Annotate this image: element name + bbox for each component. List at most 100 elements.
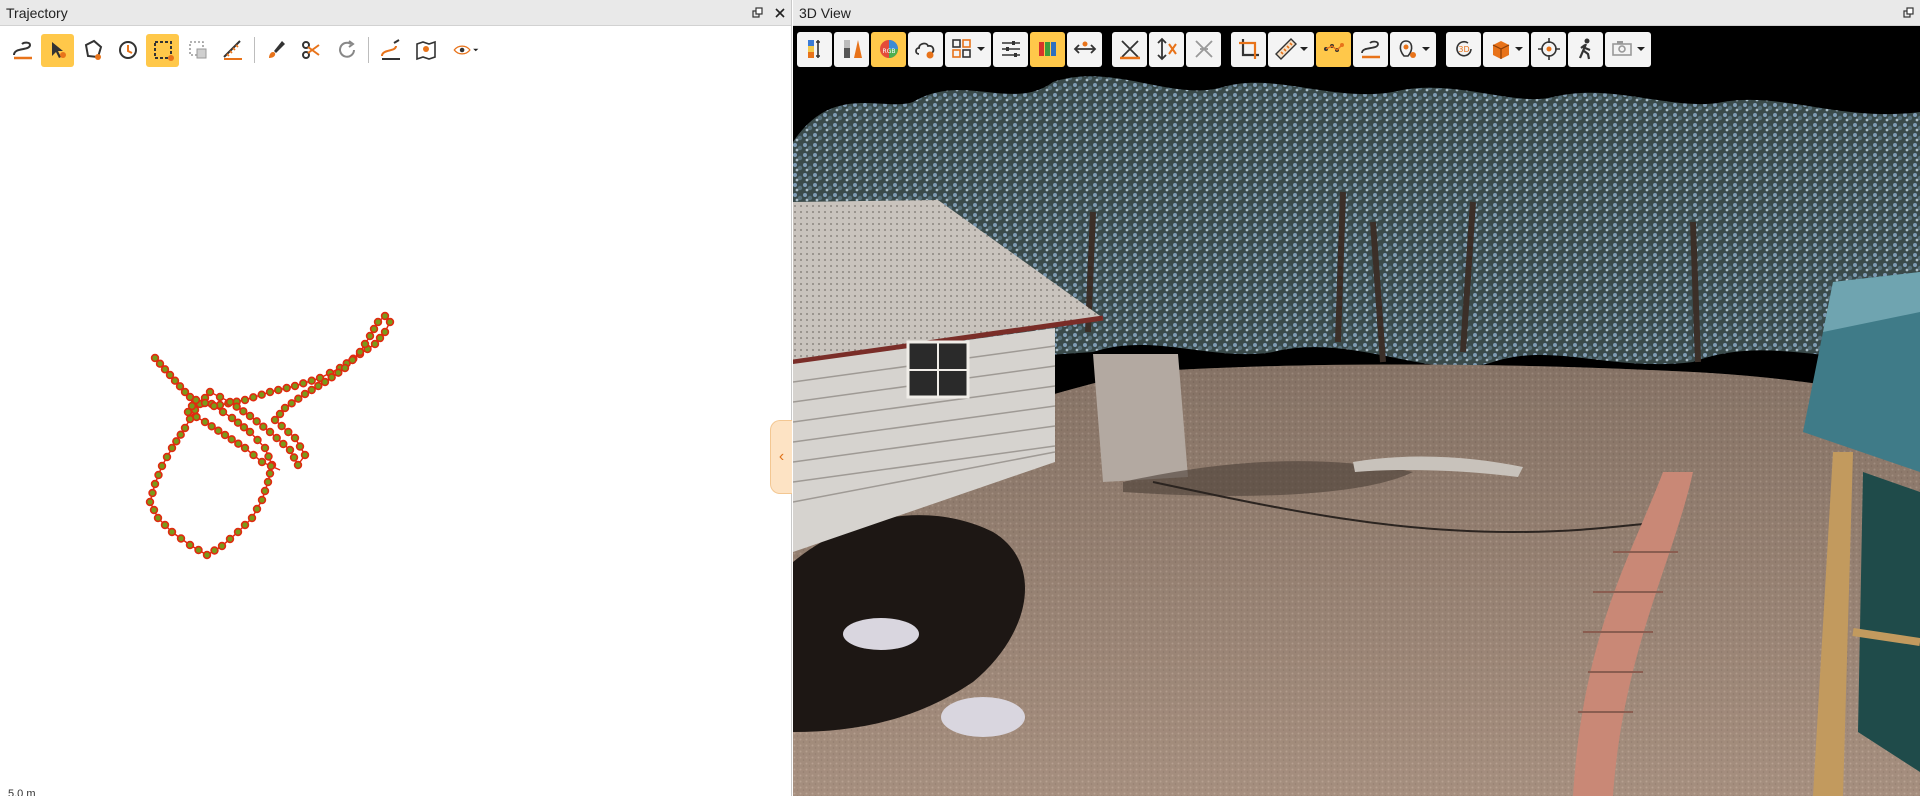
trajectory-point[interactable]: [289, 453, 299, 462]
trajectory-point[interactable]: [240, 443, 250, 453]
trajectory-point[interactable]: [275, 409, 285, 419]
rotate-button[interactable]: [330, 34, 363, 67]
color-by-intensity-button[interactable]: [834, 31, 869, 67]
trajectory-point[interactable]: [340, 363, 350, 373]
trajectory-point[interactable]: [277, 421, 286, 431]
select-point-button[interactable]: [41, 33, 74, 67]
trajectory-point[interactable]: [263, 477, 273, 487]
trajectory-point[interactable]: [239, 407, 248, 416]
trajectory-point[interactable]: [215, 392, 225, 402]
float-panel-icon[interactable]: [747, 2, 769, 24]
trajectory-point[interactable]: [257, 495, 267, 505]
measure-distance-button[interactable]: [1067, 31, 1102, 67]
trajectory-point[interactable]: [207, 422, 216, 431]
measure-ruler-button[interactable]: [216, 34, 249, 67]
trajectory-point[interactable]: [334, 368, 343, 377]
trajectory-point[interactable]: [290, 381, 300, 391]
trajectory-point[interactable]: [380, 311, 390, 321]
point-cloud-viewport[interactable]: [793, 72, 1920, 796]
walk-mode-button[interactable]: [1568, 31, 1603, 67]
trajectory-point[interactable]: [183, 407, 193, 417]
trajectory-point[interactable]: [253, 435, 262, 445]
float-panel-icon[interactable]: [1898, 2, 1920, 24]
trajectory-point[interactable]: [227, 413, 237, 423]
ruler-button[interactable]: [1268, 31, 1314, 67]
trajectory-point[interactable]: [245, 411, 255, 421]
trajectory-point[interactable]: [380, 327, 390, 337]
measure-horizontal-button[interactable]: [1112, 31, 1147, 67]
collapse-panel-button[interactable]: ‹: [770, 420, 792, 494]
close-panel-icon[interactable]: [769, 2, 791, 24]
point-cloud-render[interactable]: [793, 72, 1920, 796]
trajectory-point[interactable]: [192, 412, 201, 422]
trajectory-point[interactable]: [355, 347, 365, 357]
cut-settings-button[interactable]: [295, 34, 328, 67]
trajectory-point[interactable]: [285, 445, 295, 455]
trajectory-point[interactable]: [360, 339, 370, 349]
trajectory-point[interactable]: [307, 385, 316, 395]
trajectory-point[interactable]: [252, 504, 262, 514]
trajectory-point[interactable]: [365, 331, 375, 341]
trajectory-point[interactable]: [232, 402, 241, 411]
crop-button[interactable]: [1231, 31, 1266, 67]
trajectory-point[interactable]: [270, 415, 280, 425]
trajectory-point[interactable]: [294, 394, 303, 403]
trajectory-point[interactable]: [375, 333, 385, 343]
trajectory-point[interactable]: [265, 469, 275, 478]
trajectory-point[interactable]: [167, 527, 177, 537]
trajectory-point[interactable]: [247, 513, 257, 523]
trajectory-point[interactable]: [225, 534, 235, 544]
trajectory-point[interactable]: [249, 450, 258, 460]
trajectory-point[interactable]: [240, 520, 250, 530]
trajectory-point[interactable]: [214, 426, 223, 435]
trajectory-point[interactable]: [227, 435, 236, 444]
trajectory-point[interactable]: [210, 546, 219, 555]
trajectory-point[interactable]: [274, 385, 283, 395]
trajectory-plot[interactable]: [0, 70, 792, 796]
eye-visibility-button[interactable]: [444, 34, 488, 67]
trajectory-point[interactable]: [327, 373, 336, 382]
measure-clear-button[interactable]: [1186, 31, 1221, 67]
trajectory-point[interactable]: [240, 395, 250, 405]
screenshot-button[interactable]: [1605, 31, 1651, 67]
layout-grid-button[interactable]: [945, 31, 991, 67]
trajectory-point[interactable]: [148, 488, 157, 498]
trajectory-point[interactable]: [194, 545, 203, 555]
trajectory-point[interactable]: [293, 460, 303, 470]
trajectory-point[interactable]: [165, 370, 175, 380]
trajectory-point[interactable]: [265, 427, 275, 437]
circle-select-button[interactable]: [111, 34, 144, 67]
trajectory-point[interactable]: [175, 382, 185, 391]
trajectory-point[interactable]: [259, 422, 268, 431]
trajectory-point[interactable]: [290, 433, 300, 443]
trajectory-view-button[interactable]: [1353, 31, 1388, 67]
trajectory-point[interactable]: [180, 423, 190, 433]
trajectory-point[interactable]: [300, 450, 310, 460]
trajectory-point[interactable]: [260, 486, 270, 496]
trajectory-point[interactable]: [218, 407, 228, 417]
trajectory-point[interactable]: [153, 513, 163, 523]
box-view-button[interactable]: [1483, 31, 1529, 67]
trajectory-point[interactable]: [284, 427, 293, 437]
trajectory-point[interactable]: [348, 355, 357, 365]
trajectory-point[interactable]: [220, 430, 230, 440]
trajectory-point[interactable]: [225, 397, 235, 407]
trajectory-point[interactable]: [239, 423, 249, 432]
trajectory-point[interactable]: [160, 365, 170, 374]
trajectory-point[interactable]: [150, 353, 160, 363]
trajectory-point[interactable]: [279, 439, 288, 449]
point-pick-button[interactable]: [1316, 31, 1351, 67]
trajectory-point[interactable]: [217, 541, 227, 551]
trajectory-point[interactable]: [209, 401, 219, 411]
map-pin-button[interactable]: [409, 34, 442, 67]
trajectory-edit-button[interactable]: [374, 34, 407, 67]
trajectory-point[interactable]: [265, 387, 275, 397]
trajectory-point[interactable]: [234, 439, 243, 448]
trajectory-point[interactable]: [145, 497, 155, 507]
trajectory-point[interactable]: [307, 376, 316, 385]
trajectory-point[interactable]: [373, 317, 383, 327]
trajectory-point[interactable]: [233, 527, 243, 537]
trajectory-point[interactable]: [172, 437, 181, 446]
center-target-button[interactable]: [1531, 31, 1566, 67]
trajectory-point[interactable]: [176, 430, 185, 439]
